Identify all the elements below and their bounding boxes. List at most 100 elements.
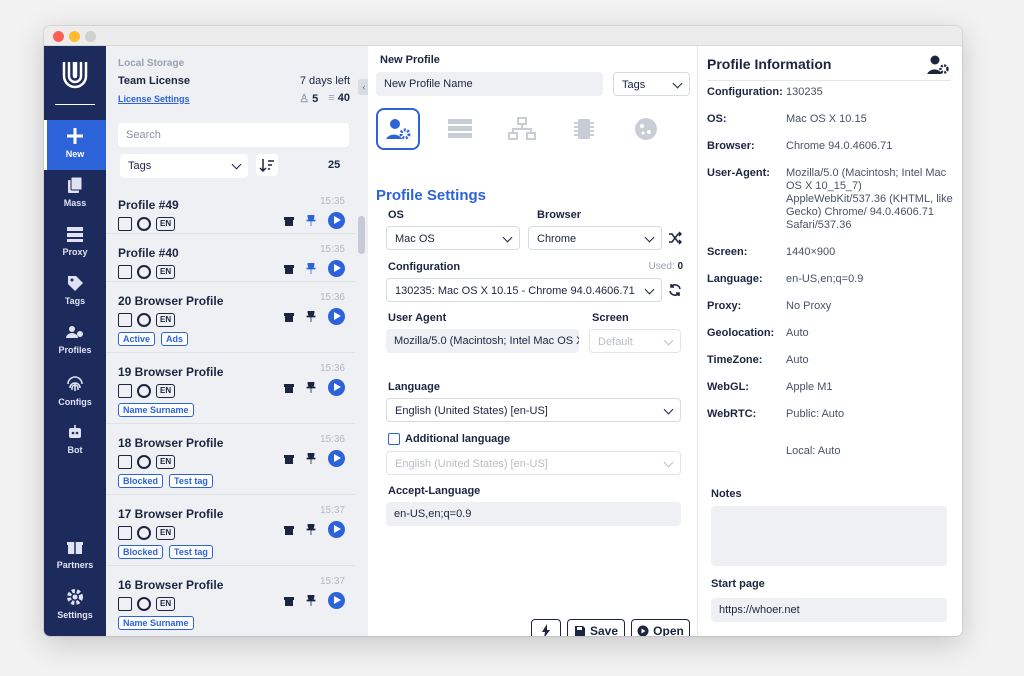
search-input[interactable]: Search: [118, 123, 349, 147]
screen-select[interactable]: Default: [589, 329, 681, 353]
info-value: No Proxy: [786, 300, 832, 312]
profile-row[interactable]: 18 Browser Profile 15:36 EN Blocked Test …: [106, 424, 355, 495]
profile-count: 25: [328, 159, 341, 171]
nav-label: Profiles: [58, 345, 92, 355]
license-settings-link[interactable]: License Settings: [118, 94, 190, 104]
close-window-button[interactable]: [53, 31, 64, 42]
additional-language-checkbox[interactable]: [388, 433, 400, 445]
archive-icon[interactable]: [284, 525, 294, 535]
start-profile-button[interactable]: [328, 379, 345, 396]
days-left: 7 days left: [299, 75, 350, 87]
gear-icon: [67, 589, 83, 605]
pin-icon[interactable]: [306, 311, 316, 322]
used-indicator: Used: 0: [649, 261, 683, 272]
start-profile-button[interactable]: [328, 308, 345, 325]
browser-select[interactable]: Chrome: [528, 226, 662, 250]
additional-language-select[interactable]: English (United States) [en-US]: [386, 451, 681, 475]
archive-icon[interactable]: [284, 264, 294, 274]
list-scrollbar[interactable]: [358, 216, 365, 254]
pin-icon[interactable]: [306, 595, 316, 606]
nav-item-proxy[interactable]: Proxy: [44, 218, 106, 268]
profile-language: EN: [156, 526, 176, 540]
minimize-window-button[interactable]: [69, 31, 80, 42]
profile-time: 15:37: [319, 505, 345, 516]
profile-tag[interactable]: Active: [118, 332, 156, 346]
profile-tag[interactable]: Blocked: [118, 474, 164, 488]
used-value: 0: [677, 261, 683, 272]
language-select[interactable]: English (United States) [en-US]: [386, 398, 681, 422]
nav-item-partners[interactable]: Partners: [44, 531, 106, 581]
pin-icon[interactable]: [306, 215, 316, 226]
profile-row[interactable]: 16 Browser Profile 15:37 EN Name Surname: [106, 566, 355, 636]
profile-tag[interactable]: Test tag: [169, 474, 213, 488]
save-button[interactable]: Save: [567, 619, 625, 636]
refresh-icon[interactable]: [668, 283, 682, 297]
sort-button[interactable]: [256, 154, 278, 176]
user-settings-icon[interactable]: [926, 54, 950, 76]
nav-item-tags[interactable]: Tags: [44, 267, 106, 317]
pin-icon[interactable]: [306, 524, 316, 535]
profile-row[interactable]: Profile #49 15:35 EN: [106, 186, 355, 234]
chevron-down-icon: [644, 284, 655, 295]
shuffle-icon[interactable]: [668, 231, 682, 245]
profile-tag[interactable]: Name Surname: [118, 616, 194, 630]
profile-tag[interactable]: Name Surname: [118, 403, 194, 417]
open-button[interactable]: Open: [631, 619, 690, 636]
start-page-input[interactable]: https://whoer.net: [711, 598, 947, 622]
chevron-down-icon: [502, 232, 513, 243]
start-profile-button[interactable]: [328, 521, 345, 538]
nav-item-configs[interactable]: Configs: [44, 368, 106, 418]
tab-profile-settings[interactable]: [376, 108, 420, 150]
zoom-window-button[interactable]: [85, 31, 96, 42]
nav-item-bot[interactable]: Bot: [44, 416, 106, 466]
profile-row[interactable]: 17 Browser Profile 15:37 EN Blocked Test …: [106, 495, 355, 566]
tab-cookies[interactable]: [624, 108, 668, 150]
form-tags-select[interactable]: Tags: [613, 72, 690, 96]
archive-icon[interactable]: [284, 454, 294, 464]
tab-proxy[interactable]: [438, 108, 482, 150]
pin-icon[interactable]: [306, 263, 316, 274]
screen-label: Screen: [592, 312, 629, 324]
tab-network[interactable]: [500, 108, 544, 150]
info-key: WebRTC:: [707, 408, 757, 420]
archive-icon[interactable]: [284, 596, 294, 606]
archive-icon[interactable]: [284, 216, 294, 226]
start-profile-button[interactable]: [328, 592, 345, 609]
start-profile-button[interactable]: [328, 450, 345, 467]
profile-tag[interactable]: Ads: [161, 332, 189, 346]
profile-name: 19 Browser Profile: [118, 365, 224, 379]
gift-icon: [67, 542, 83, 554]
accept-language-input[interactable]: en-US,en;q=0.9: [386, 502, 681, 526]
os-select[interactable]: Mac OS: [386, 226, 520, 250]
tags-filter-select[interactable]: Tags: [120, 154, 248, 178]
profile-row[interactable]: 20 Browser Profile 15:36 EN Active Ads: [106, 282, 355, 353]
nav-item-profiles[interactable]: Profiles: [44, 316, 106, 366]
start-page-label: Start page: [711, 578, 765, 590]
start-profile-button[interactable]: [328, 260, 345, 277]
pin-icon[interactable]: [306, 382, 316, 393]
notes-textarea[interactable]: [711, 506, 947, 566]
nav-label: Partners: [56, 560, 94, 570]
nav-item-new[interactable]: New: [44, 120, 106, 170]
tab-hardware[interactable]: [562, 108, 606, 150]
archive-icon[interactable]: [284, 383, 294, 393]
profile-row[interactable]: Profile #40 15:35 EN: [106, 234, 355, 282]
quick-launch-button[interactable]: [531, 619, 561, 636]
profile-language: EN: [156, 384, 176, 398]
profile-tag[interactable]: Blocked: [118, 545, 164, 559]
info-value: en-US,en;q=0.9: [786, 273, 864, 285]
profile-row[interactable]: 19 Browser Profile 15:36 EN Name Surname: [106, 353, 355, 424]
pin-icon[interactable]: [306, 453, 316, 464]
profile-name-input[interactable]: New Profile Name: [376, 72, 603, 96]
profile-actions: [284, 379, 345, 396]
profile-tag[interactable]: Test tag: [169, 545, 213, 559]
user-agent-input[interactable]: Mozilla/5.0 (Macintosh; Intel Mac OS X 1…: [386, 329, 579, 353]
nav-item-settings[interactable]: Settings: [44, 581, 106, 631]
profile-meta-icons: EN: [118, 265, 176, 279]
nav-item-mass[interactable]: Mass: [44, 169, 106, 219]
configuration-select[interactable]: 130235: Mac OS X 10.15 - Chrome 94.0.460…: [386, 278, 662, 302]
start-profile-button[interactable]: [328, 212, 345, 229]
profile-meta-icons: EN: [118, 313, 176, 327]
app-logo-icon: [62, 62, 88, 89]
archive-icon[interactable]: [284, 312, 294, 322]
